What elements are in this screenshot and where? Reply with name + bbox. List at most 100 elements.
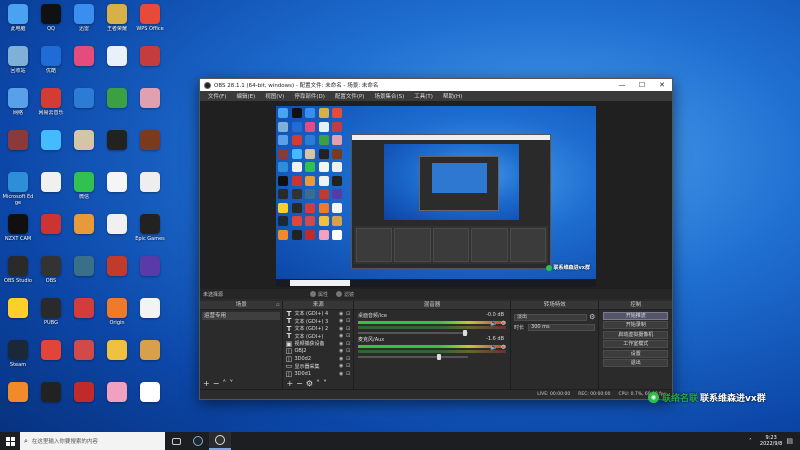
control-button[interactable]: 开始录制 xyxy=(603,321,668,329)
source-item[interactable]: ▭ 显示器采集 ◉ ⊡ xyxy=(283,362,353,370)
lock-icon[interactable]: ⊡ xyxy=(346,333,353,339)
start-button[interactable] xyxy=(0,432,20,450)
undock-icon[interactable]: ▫ xyxy=(276,301,279,310)
desktop-icon[interactable]: OBS xyxy=(35,253,67,295)
desktop-icon[interactable] xyxy=(134,253,166,295)
preview-canvas[interactable]: 联系维森进vx群 xyxy=(276,106,596,287)
desktop-icon[interactable]: 迅雷 xyxy=(68,1,100,43)
desktop-icon[interactable] xyxy=(2,127,34,169)
desktop-icon[interactable] xyxy=(101,253,133,295)
desktop-icon[interactable]: 王者荣耀 xyxy=(101,1,133,43)
remove-icon[interactable]: − xyxy=(213,380,220,388)
lock-icon[interactable]: ⊡ xyxy=(346,318,353,324)
maximize-icon[interactable]: ☐ xyxy=(632,79,652,91)
control-button[interactable]: 开始推流 xyxy=(603,311,668,320)
remove-icon[interactable]: − xyxy=(296,380,303,388)
desktop-icon[interactable]: 网络 xyxy=(2,85,34,127)
source-item[interactable]: ▣ 视频捕获设备 ◉ ⊡ xyxy=(283,340,353,348)
add-icon[interactable]: + xyxy=(203,380,210,388)
notification-icon[interactable]: ▤ xyxy=(786,437,793,445)
desktop-icon[interactable]: Epic Games xyxy=(134,211,166,253)
source-item[interactable]: ◫ 3D0d2 ◉ ⊡ xyxy=(283,355,353,363)
desktop-icon[interactable] xyxy=(101,43,133,85)
lock-icon[interactable]: ⊡ xyxy=(346,348,353,354)
menu-item[interactable]: 场景集合(S) xyxy=(369,92,409,100)
desktop-icon[interactable] xyxy=(68,253,100,295)
menu-item[interactable]: 工具(T) xyxy=(409,92,438,100)
taskbar-search[interactable]: ⌕ 在这里输入你要搜索的内容 xyxy=(20,432,165,450)
desktop-icon[interactable] xyxy=(134,127,166,169)
desktop-icon[interactable]: NZXT CAM xyxy=(2,211,34,253)
desktop-icon[interactable] xyxy=(2,295,34,337)
lock-icon[interactable]: ⊡ xyxy=(346,356,353,362)
scene-list[interactable]: 运营专用 xyxy=(200,310,282,322)
close-icon[interactable]: ✕ xyxy=(652,79,672,91)
control-button[interactable]: 工作室模式 xyxy=(603,340,668,348)
desktop-icon[interactable] xyxy=(134,295,166,337)
eye-icon[interactable]: ◉ xyxy=(339,356,346,362)
lock-icon[interactable]: ⊡ xyxy=(346,311,353,317)
desktop-icon[interactable] xyxy=(101,169,133,211)
chevron-up-icon[interactable]: ˄ xyxy=(749,438,752,445)
desktop-icon[interactable]: 微信 xyxy=(68,169,100,211)
preview-area[interactable]: 联系维森进vx群 xyxy=(200,101,672,295)
desktop-icon[interactable] xyxy=(2,379,34,421)
menu-item[interactable]: 文件(F) xyxy=(203,92,231,100)
volume-slider[interactable] xyxy=(358,354,469,360)
eye-icon[interactable]: ◉ xyxy=(339,311,346,317)
desktop-icon[interactable] xyxy=(101,85,133,127)
scene-item[interactable]: 运营专用 xyxy=(202,312,281,320)
gear-icon[interactable]: ⚙ xyxy=(306,380,313,388)
source-item[interactable]: T 文本 (GDI+) ◉ ⊡ xyxy=(283,332,353,340)
desktop-icon[interactable] xyxy=(134,85,166,127)
source-item[interactable]: ◫ OBJ2 ◉ ⊡ xyxy=(283,347,353,355)
transition-type-select[interactable]: 淡出 xyxy=(514,313,588,321)
eye-icon[interactable]: ◉ xyxy=(339,371,346,377)
desktop-icon[interactable]: 此电脑 xyxy=(2,1,34,43)
eye-icon[interactable]: ◉ xyxy=(339,326,346,332)
lock-icon[interactable]: ⊡ xyxy=(346,363,353,369)
source-item[interactable]: ◫ 3D0d1 ◉ ⊡ xyxy=(283,370,353,378)
move-down-icon[interactable]: ˅ xyxy=(229,380,233,388)
desktop-icon[interactable] xyxy=(68,337,100,379)
filters-button[interactable]: 滤镜 xyxy=(336,291,354,298)
source-list[interactable]: T 文本 (GDI+) 4 ◉ ⊡ T 文本 (GDI+) 3 ◉ ⊡ T 文本 (GDI+) 2… xyxy=(283,310,353,378)
desktop-icon[interactable] xyxy=(134,337,166,379)
transition-duration-input[interactable]: 300 ms xyxy=(528,324,596,331)
desktop-icon[interactable]: Microsoft Edge xyxy=(2,169,34,211)
task-view-button[interactable] xyxy=(165,432,187,450)
gear-icon[interactable]: ⚙ xyxy=(501,320,506,327)
menu-item[interactable]: 帮助(H) xyxy=(438,92,467,100)
minimize-icon[interactable]: — xyxy=(612,79,632,91)
eye-icon[interactable]: ◉ xyxy=(339,363,346,369)
desktop-icon[interactable] xyxy=(101,379,133,421)
speaker-icon[interactable]: 🔈 xyxy=(490,344,497,351)
lock-icon[interactable]: ⊡ xyxy=(346,326,353,332)
desktop-icon[interactable] xyxy=(35,169,67,211)
lock-icon[interactable]: ⊡ xyxy=(346,341,353,347)
obs-titlebar[interactable]: OBS 28.1.1 (64-bit, windows) - 配置文件: 未命名… xyxy=(200,79,672,91)
volume-slider-knob[interactable] xyxy=(437,354,442,360)
move-up-icon[interactable]: ˄ xyxy=(316,380,320,388)
desktop-icon[interactable] xyxy=(101,127,133,169)
control-button[interactable]: 退出 xyxy=(603,359,668,367)
desktop-icon[interactable] xyxy=(68,295,100,337)
desktop-icon[interactable]: QQ xyxy=(35,1,67,43)
desktop-icon[interactable] xyxy=(68,127,100,169)
control-button[interactable]: 启动虚拟摄像机 xyxy=(603,330,668,339)
menu-item[interactable]: 视图(V) xyxy=(260,92,289,100)
menu-item[interactable]: 配置文件(P) xyxy=(330,92,370,100)
eye-icon[interactable]: ◉ xyxy=(339,348,346,354)
desktop-icon[interactable] xyxy=(101,337,133,379)
desktop-icon[interactable] xyxy=(68,211,100,253)
gear-icon[interactable]: ⚙ xyxy=(589,313,595,321)
source-item[interactable]: T 文本 (GDI+) 2 ◉ ⊡ xyxy=(283,325,353,333)
clock[interactable]: 9:23 2022/9/8 xyxy=(760,435,782,447)
move-down-icon[interactable]: ˅ xyxy=(323,380,327,388)
desktop-icon[interactable]: Steam xyxy=(2,337,34,379)
eye-icon[interactable]: ◉ xyxy=(339,341,346,347)
source-item[interactable]: T 文本 (GDI+) 4 ◉ ⊡ xyxy=(283,310,353,318)
desktop-icon[interactable] xyxy=(134,379,166,421)
desktop-icon[interactable] xyxy=(35,379,67,421)
eye-icon[interactable]: ◉ xyxy=(339,318,346,324)
